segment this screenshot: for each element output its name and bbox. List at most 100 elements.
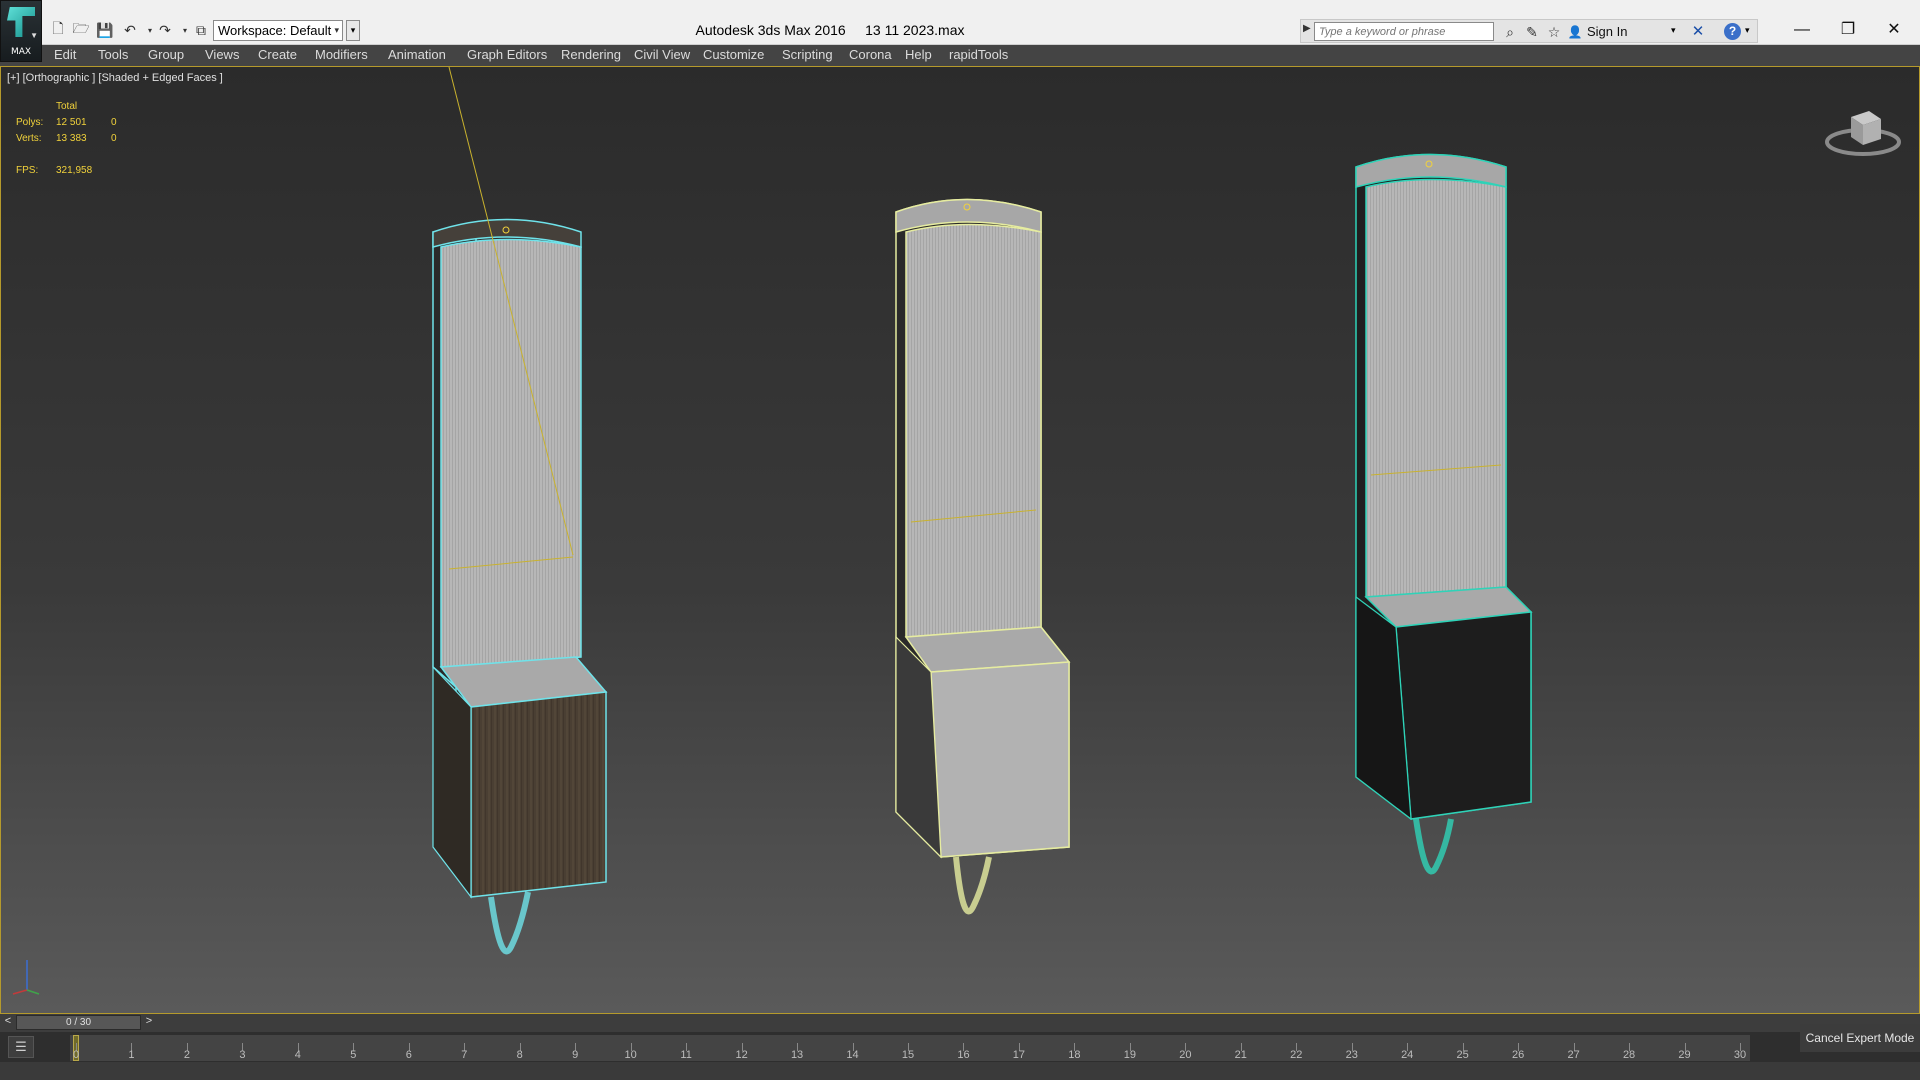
new-file-icon[interactable]: 🗋 (48, 20, 68, 40)
stats-fps-label: FPS: (16, 165, 39, 176)
menu-rendering[interactable]: Rendering (561, 47, 621, 62)
menu-customize[interactable]: Customize (703, 47, 764, 62)
workspace-value: Workspace: Default (218, 23, 332, 38)
favorites-star-icon[interactable]: ☆ (1545, 23, 1563, 41)
window-title: Autodesk 3ds Max 2016 13 11 2023.max (695, 22, 965, 38)
dispenser-object-2[interactable] (895, 198, 1071, 915)
viewport-perspective[interactable]: [+] [Orthographic ] [Shaded + Edged Face… (0, 66, 1920, 1014)
time-slider[interactable]: < 0 / 30 > (0, 1014, 1920, 1032)
app-menu-button[interactable]: ▼ MAX (0, 0, 42, 62)
ruler-tick-label: 24 (1401, 1049, 1414, 1061)
stats-polys-selected: 0 (111, 117, 117, 128)
redo-icon[interactable]: ↷ (155, 20, 175, 40)
dispenser-object-1[interactable] (432, 67, 608, 955)
stats-polys-total: 12 501 (56, 117, 87, 128)
binoculars-icon[interactable]: ⌕ (1501, 23, 1519, 41)
menu-corona[interactable]: Corona (849, 47, 892, 62)
close-button[interactable]: ✕ (1874, 16, 1914, 44)
ruler-tick-label: 1 (128, 1049, 135, 1061)
stats-verts-total: 13 383 (56, 133, 87, 144)
cancel-expert-mode-button[interactable]: Cancel Expert Mode (1800, 1024, 1920, 1052)
ruler-tick-label: 6 (405, 1049, 412, 1061)
open-mini-curve-editor-icon[interactable]: ☰ (8, 1036, 34, 1058)
project-folder-icon[interactable]: ⧉ (191, 20, 211, 40)
ruler-tick-label: 13 (790, 1049, 804, 1061)
next-frame-button[interactable]: > (142, 1015, 156, 1030)
stats-verts-selected: 0 (111, 133, 117, 144)
ruler-tick-label: 22 (1290, 1049, 1303, 1061)
search-input[interactable] (1314, 22, 1494, 41)
menu-civil-view[interactable]: Civil View (634, 47, 690, 62)
timeline-ruler[interactable]: 0 1 2 3 4 5 6 7 8 9 10 11 12 13 14 15 16 17 18 19 20 21 22 23 24… (70, 1035, 1750, 1061)
scene-canvas[interactable] (1, 67, 1919, 1013)
ruler-tick-label: 7 (461, 1049, 468, 1061)
ruler-tick-label: 30 (1733, 1049, 1747, 1061)
stats-verts-label: Verts: (16, 133, 42, 144)
ruler-tick-label: 3 (239, 1049, 246, 1061)
ruler-tick-label: 4 (294, 1049, 301, 1061)
viewport-label[interactable]: [+] [Orthographic ] [Shaded + Edged Face… (7, 72, 223, 84)
prev-frame-button[interactable]: < (1, 1015, 15, 1030)
ruler-tick-label: 0 (72, 1049, 80, 1061)
menu-animation[interactable]: Animation (388, 47, 446, 62)
ruler-tick-label: 28 (1622, 1049, 1636, 1061)
chevron-down-icon[interactable]: ▾ (1745, 25, 1750, 36)
minimize-button[interactable]: — (1782, 16, 1822, 44)
menu-rapidtools[interactable]: rapidTools (949, 47, 1008, 62)
ruler-tick-label: 21 (1234, 1049, 1247, 1061)
viewcube-icon[interactable] (1823, 97, 1903, 167)
ruler-tick-label: 16 (957, 1049, 970, 1061)
restore-button[interactable]: ❐ (1828, 16, 1868, 44)
ruler-tick-label: 20 (1179, 1049, 1192, 1061)
open-file-icon[interactable]: 🗁 (71, 20, 91, 40)
ruler-tick-label: 14 (846, 1049, 859, 1061)
menu-modifiers[interactable]: Modifiers (315, 47, 368, 62)
sign-in-button[interactable]: Sign In (1587, 24, 1627, 39)
chevron-down-icon: ▾ (334, 25, 339, 35)
frame-indicator[interactable]: 0 / 30 (16, 1015, 141, 1030)
dispenser-object-3[interactable] (1355, 153, 1533, 875)
status-bar (0, 1062, 1920, 1080)
stats-total-label: Total (56, 101, 78, 112)
workspace-dropdown[interactable]: Workspace: Default ▾ (213, 20, 343, 41)
ruler-tick-label: 9 (572, 1049, 579, 1061)
menu-bar: Edit Tools Group Views Create Modifiers … (0, 45, 1920, 66)
menu-help[interactable]: Help (905, 47, 932, 62)
stats-polys-label: Polys: (16, 117, 44, 128)
chevron-down-icon[interactable]: ▾ (1671, 25, 1676, 36)
communication-center-icon[interactable]: ✎ (1523, 23, 1541, 41)
user-icon: 👤 (1567, 25, 1583, 39)
menu-edit[interactable]: Edit (54, 47, 76, 62)
help-icon[interactable]: ? (1724, 23, 1741, 40)
ruler-tick-label: 8 (516, 1049, 523, 1061)
ruler-tick-label: 18 (1068, 1049, 1081, 1061)
logo-caption: MAX (10, 47, 32, 57)
ruler-tick-label: 5 (350, 1049, 357, 1061)
ruler-tick-label: 26 (1512, 1049, 1525, 1061)
infocenter: ▶ ⌕ ✎ ☆ 👤 Sign In ▾ ✕ ? ▾ (1300, 19, 1758, 43)
menu-graph-editors[interactable]: Graph Editors (467, 47, 547, 62)
ruler-tick-label: 2 (183, 1049, 190, 1061)
menu-create[interactable]: Create (258, 47, 297, 62)
ruler-tick-label: 27 (1567, 1049, 1580, 1061)
chevron-down-icon: ▼ (30, 31, 38, 40)
ruler-tick-label: 23 (1345, 1049, 1358, 1061)
save-icon[interactable]: 💾 (95, 20, 115, 40)
ruler-tick-label: 19 (1123, 1049, 1136, 1061)
title-bar: ▼ MAX 🗋 🗁 💾 ↶ ▾ ↷ ▾ ⧉ Workspace: Default… (0, 0, 1920, 62)
menu-tools[interactable]: Tools (98, 47, 128, 62)
menu-group[interactable]: Group (148, 47, 184, 62)
menu-scripting[interactable]: Scripting (782, 47, 833, 62)
exchange-apps-icon[interactable]: ✕ (1689, 22, 1707, 40)
stats-fps-value: 321,958 (56, 165, 93, 176)
ruler-tick-label: 25 (1456, 1049, 1469, 1061)
ruler-tick-label: 17 (1012, 1049, 1026, 1061)
menu-views[interactable]: Views (205, 47, 239, 62)
undo-icon[interactable]: ↶ (120, 20, 140, 40)
axis-tripod-icon (12, 960, 40, 995)
ruler-tick-label: 29 (1678, 1049, 1691, 1061)
track-bar: ☰ 0 1 2 3 4 5 6 7 8 9 10 11 12 13 14 15 16 17 18 19 20 21 22 23… (0, 1032, 1920, 1062)
ruler-tick-label: 11 (680, 1049, 692, 1061)
expand-arrow-icon[interactable]: ▶ (1303, 23, 1311, 34)
customize-quick-access-button[interactable]: ▾ (346, 20, 360, 41)
